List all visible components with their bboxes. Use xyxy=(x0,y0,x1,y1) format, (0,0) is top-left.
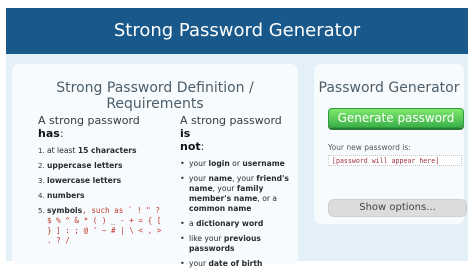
not-item-bold: name xyxy=(208,174,233,183)
has-column: A strong password has: at least 15 chara… xyxy=(38,114,168,251)
has-item-bold: lowercase letters xyxy=(47,176,122,185)
not-item-text: your xyxy=(189,159,209,168)
not-item-text: , or a xyxy=(257,194,278,203)
not-item-bold: dictionary word xyxy=(196,219,264,228)
not-item-bold: common name xyxy=(189,204,252,213)
not-item-bold: username xyxy=(242,159,285,168)
not-intro-prefix: A strong password xyxy=(180,114,282,127)
show-options-button[interactable]: Show options... xyxy=(328,199,467,217)
has-item-bold: uppercase letters xyxy=(47,161,123,170)
requirements-title: Strong Password Definition / Requirement… xyxy=(56,80,254,112)
not-item-text: your xyxy=(189,259,209,268)
has-item-bold: 15 characters xyxy=(77,146,137,155)
has-item: uppercase letters xyxy=(38,161,168,171)
has-item-bold: numbers xyxy=(47,191,85,200)
not-item: a dictionary word xyxy=(180,219,290,229)
not-intro-suffix: : xyxy=(200,140,205,153)
not-item-bold: date of birth xyxy=(208,259,263,268)
password-output-field[interactable]: [password will appear here] xyxy=(328,155,462,166)
not-item-text: or xyxy=(229,159,243,168)
not-item: your name, your friend's name, your fami… xyxy=(180,174,290,214)
has-item-bold: symbols xyxy=(47,206,83,215)
requirements-panel: Strong Password Definition / Requirement… xyxy=(12,64,298,269)
has-item: at least 15 characters xyxy=(38,146,168,156)
not-item-text: your xyxy=(189,174,209,183)
generator-title: Password Generator xyxy=(318,80,460,96)
has-list: at least 15 characters uppercase letters… xyxy=(38,146,168,246)
generator-panel: Password Generator Generate password You… xyxy=(314,64,467,224)
not-list: your login or username your name, your f… xyxy=(180,159,290,269)
not-item-bold: login xyxy=(208,159,230,168)
generate-password-button[interactable]: Generate password xyxy=(328,108,464,128)
has-intro: A strong password has: xyxy=(38,114,168,140)
not-item: like your previous passwords xyxy=(180,234,290,254)
has-intro-suffix: : xyxy=(59,127,64,140)
has-intro-bold: has xyxy=(38,127,60,140)
page-title: Strong Password Generator xyxy=(113,20,361,41)
not-intro: A strong password is not: xyxy=(180,114,290,153)
not-intro-bold1: is xyxy=(180,127,191,140)
not-item: your login or username xyxy=(180,159,290,169)
not-intro-bold2: not xyxy=(180,140,201,153)
page: Strong Password Generator Strong Passwor… xyxy=(6,8,468,269)
not-column: A strong password is not: your login or … xyxy=(180,114,290,274)
has-item: numbers xyxy=(38,191,168,201)
has-item: lowercase letters xyxy=(38,176,168,186)
has-item: symbols, such as ` ! " ? $ % ^ & * ( ) _… xyxy=(38,206,168,246)
not-item-text: , your xyxy=(212,184,237,193)
has-item-text: at least xyxy=(47,146,78,155)
page-header: Strong Password Generator xyxy=(6,8,468,54)
not-item-text: , your xyxy=(232,174,257,183)
new-password-label: Your new password is: xyxy=(328,143,411,152)
has-intro-prefix: A strong password xyxy=(38,114,140,127)
not-item-text: like your xyxy=(189,234,224,243)
